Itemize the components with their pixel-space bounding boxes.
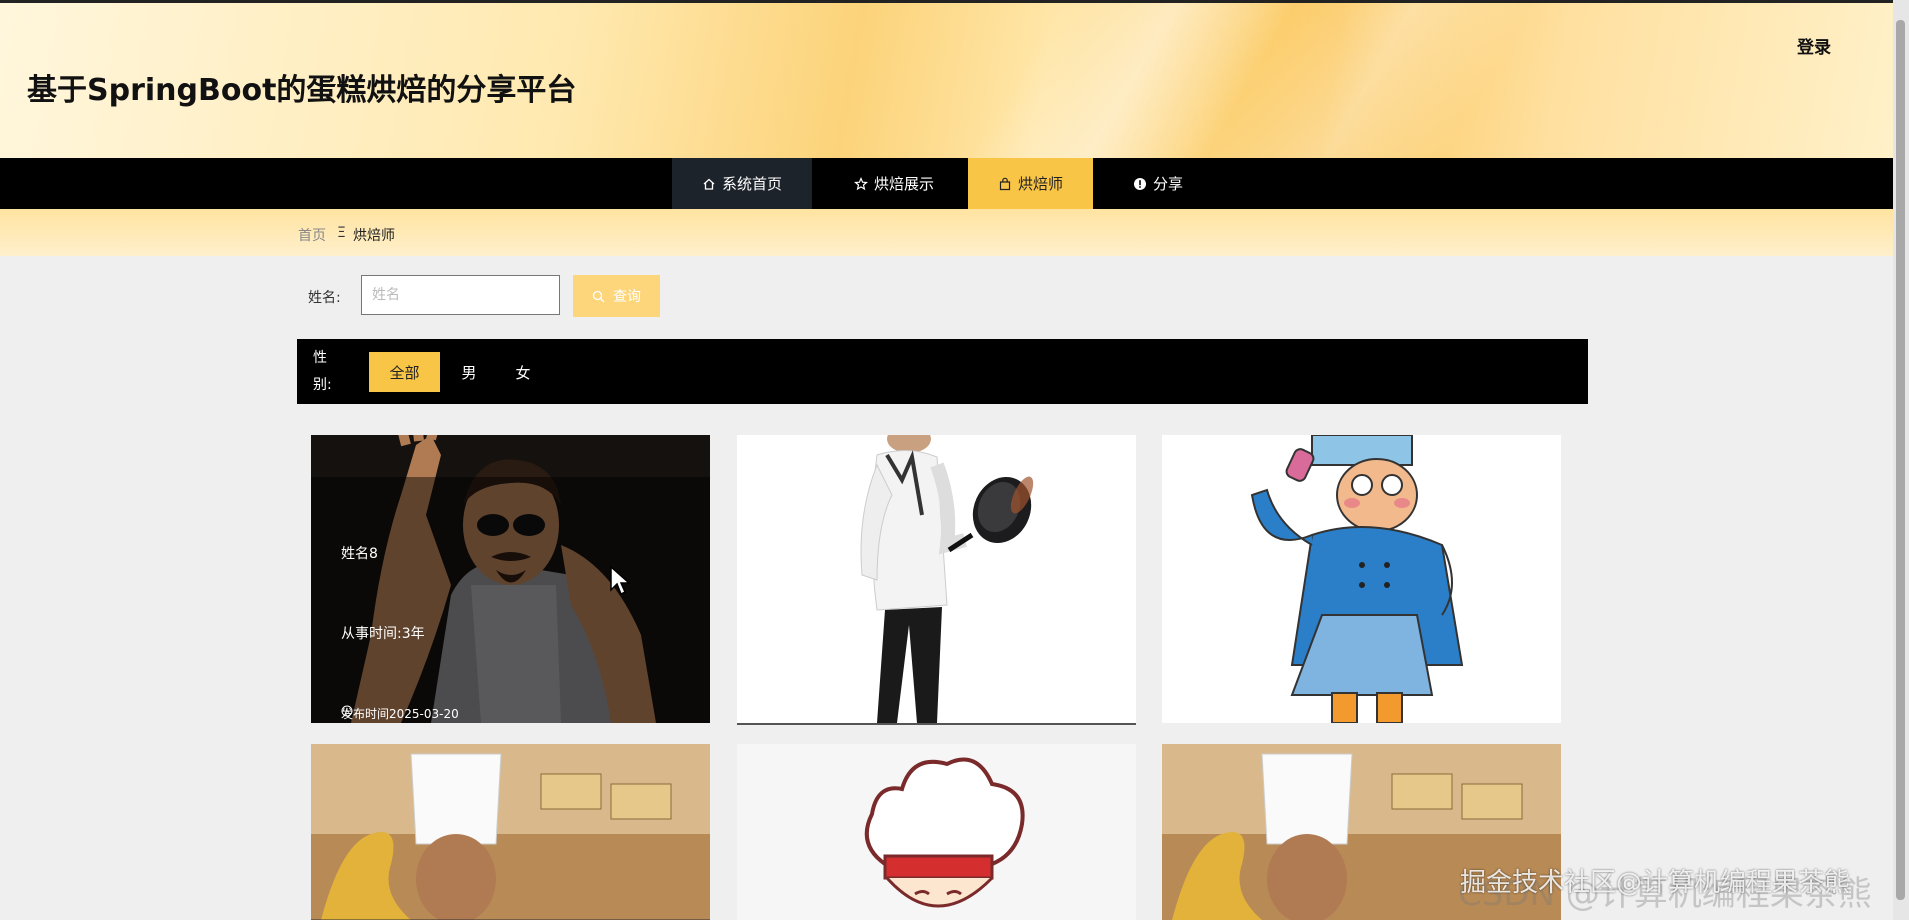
nav-item-label: 烘焙师 xyxy=(1017,175,1063,193)
bag-icon xyxy=(999,177,1011,190)
baker-card[interactable] xyxy=(737,744,1136,920)
search-button[interactable]: 查询 xyxy=(573,275,660,317)
site-title: 基于SpringBoot的蛋糕烘焙的分享平台 xyxy=(27,73,577,108)
nav-item-home[interactable]: 系统首页 xyxy=(672,158,812,209)
baker-photo xyxy=(311,744,710,920)
breadcrumb: 首页 Ξ 烘焙师 xyxy=(0,209,1893,256)
filter-option-male[interactable]: 男 xyxy=(449,352,489,392)
baker-card[interactable] xyxy=(311,744,710,920)
search-button-label: 查询 xyxy=(613,289,641,305)
name-label: 姓名: xyxy=(308,290,341,306)
search-panel: 姓名: 查询 xyxy=(298,270,1598,322)
nav-item-label: 分享 xyxy=(1152,175,1183,193)
scrollbar-thumb[interactable] xyxy=(1896,20,1905,900)
breadcrumb-current: 烘焙师 xyxy=(353,228,395,244)
filter-option-all[interactable]: 全部 xyxy=(369,352,440,392)
login-link[interactable]: 登录 xyxy=(1797,33,1831,58)
watermark: 掘金技术社区@计算机编程果茶熊 xyxy=(1460,868,1851,898)
baker-photo xyxy=(1162,435,1561,723)
baker-card[interactable] xyxy=(1162,435,1561,723)
breadcrumb-home[interactable]: 首页 xyxy=(298,225,326,245)
baker-card[interactable]: 姓名8 从事时间:3年 发布时间2025-03-20 xyxy=(311,435,710,723)
header-banner: 基于SpringBoot的蛋糕烘焙的分享平台 登录 xyxy=(0,0,1893,161)
filter-option-female[interactable]: 女 xyxy=(503,352,543,392)
search-icon xyxy=(592,290,605,302)
nav-item-label: 烘焙展示 xyxy=(873,175,934,193)
baker-photo xyxy=(737,435,1136,723)
baker-photo xyxy=(737,744,1136,920)
nav-item-share[interactable]: 分享 xyxy=(1093,158,1223,209)
clock-icon xyxy=(341,705,353,717)
baker-name: 姓名8 xyxy=(341,546,378,562)
publish-time-text: 发布时间2025-03-20 xyxy=(341,707,459,721)
home-icon xyxy=(703,178,715,190)
mouse-cursor-icon xyxy=(610,566,630,596)
baker-card[interactable] xyxy=(737,435,1136,725)
nav-item-bakers[interactable]: 烘焙师 xyxy=(968,158,1093,209)
nav-item-showcase[interactable]: 烘焙展示 xyxy=(820,158,968,209)
info-icon xyxy=(1133,177,1146,190)
name-search-input[interactable] xyxy=(361,275,560,315)
vertical-scrollbar[interactable] xyxy=(1893,0,1909,920)
main-nav: 系统首页 烘焙展示 烘焙师 分享 xyxy=(0,158,1893,209)
star-icon xyxy=(853,176,868,190)
baker-publish-time: 发布时间2025-03-20 xyxy=(341,705,459,722)
baker-experience: 从事时间:3年 xyxy=(341,626,425,642)
breadcrumb-separator: Ξ xyxy=(337,225,346,241)
gender-filter-label: 性别: xyxy=(313,350,332,393)
gender-filter: 性别: 全部 男 女 xyxy=(297,339,1588,404)
nav-item-label: 系统首页 xyxy=(721,175,782,193)
card-overlay: 姓名8 从事时间:3年 发布时间2025-03-20 xyxy=(311,477,710,723)
